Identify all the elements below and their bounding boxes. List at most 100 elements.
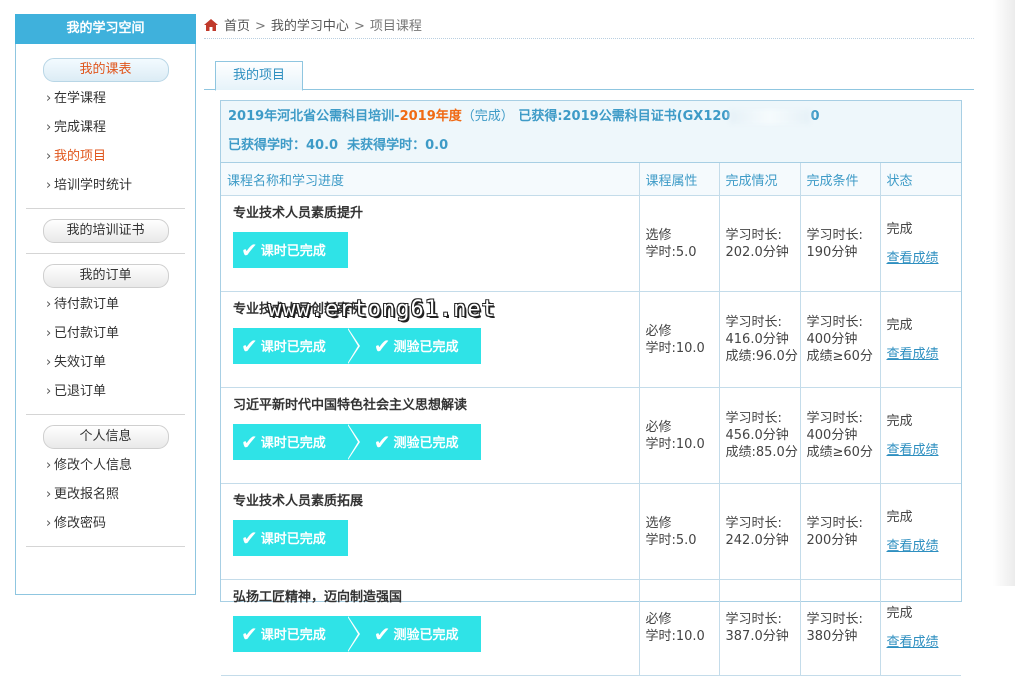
sidebar-title: 我的学习空间 xyxy=(15,14,196,44)
breadcrumb-current: 项目课程 xyxy=(369,19,422,34)
status-cell: 完成 查看成绩 xyxy=(880,291,961,388)
course-cell: 弘扬工匠精神，迈向制造强国 ✔ 课时已完成 ✔ 测验已完成 xyxy=(221,579,640,676)
condition-line: 200分钟 xyxy=(806,532,858,548)
earned-hours: 已获得学时：40.0 xyxy=(228,138,339,153)
course-name[interactable]: 弘扬工匠精神，迈向制造强国 xyxy=(233,588,638,608)
sidebar-item-pending-orders[interactable]: 待付款订单 xyxy=(26,290,185,319)
project-title-year: 2019年度 xyxy=(399,109,462,124)
completion-line: 成绩:85.0分 xyxy=(725,445,798,460)
status-cell: 完成 查看成绩 xyxy=(880,483,961,580)
sidebar-item-paid-orders[interactable]: 已付款订单 xyxy=(26,319,185,348)
badge-label: 课时已完成 xyxy=(260,532,326,547)
table-row: 专业技术人员素质提升 ✔ 课时已完成 选修 学时:5.0 学习时长: 202.0分钟 学习时长… xyxy=(221,195,961,292)
condition-line: 400分钟 xyxy=(806,332,858,347)
sidebar-pill-profile[interactable]: 个人信息 xyxy=(42,425,169,449)
status-text: 完成 xyxy=(886,509,913,525)
course-name[interactable]: 专业技术人员素质提升 xyxy=(233,204,638,224)
sidebar-item-my-projects[interactable]: 我的项目 xyxy=(26,142,185,171)
header-status: 状态 xyxy=(880,163,961,196)
course-name[interactable]: 专业技术人员素质拓展 xyxy=(233,492,638,512)
tab-my-projects[interactable]: 我的项目 xyxy=(215,61,303,91)
sidebar-group-orders: 我的订单 待付款订单 已付款订单 失效订单 已退订单 xyxy=(26,254,185,415)
sidebar-pill-orders[interactable]: 我的订单 xyxy=(42,264,169,288)
course-attr-cell: 必修 学时:10.0 xyxy=(639,291,720,388)
condition-line: 学习时长: xyxy=(806,315,863,330)
sidebar-item-change-photo[interactable]: 更改报名照 xyxy=(26,480,185,509)
course-attr-cell: 必修 学时:10.0 xyxy=(639,579,720,676)
sidebar-item-hours-stats[interactable]: 培训学时统计 xyxy=(26,171,185,200)
hours-complete-badge: ✔ 课时已完成 xyxy=(233,232,348,268)
completion-cell: 学习时长: 456.0分钟 成绩:85.0分 xyxy=(719,387,801,484)
project-hours: 已获得学时：40.0 未获得学时：0.0 xyxy=(228,133,961,159)
table-header-row: 课程名称和学习进度 课程属性 完成情况 完成条件 状态 xyxy=(221,163,961,196)
progress-badges: ✔ 课时已完成 xyxy=(233,232,638,268)
project-certificate: 已获得:2019公需科目证书(GX120 xyxy=(518,109,731,124)
completion-line: 学习时长: xyxy=(725,515,782,531)
course-credit: 学时:10.0 xyxy=(645,340,705,356)
condition-line: 学习时长: xyxy=(806,227,863,243)
sidebar-item-studying[interactable]: 在学课程 xyxy=(26,84,185,113)
check-icon: ✔ xyxy=(241,430,258,454)
header-condition: 完成条件 xyxy=(800,163,881,196)
tab-divider xyxy=(204,89,974,90)
course-table: 课程名称和学习进度 课程属性 完成情况 完成条件 状态 专业技术人员素质提升 ✔ 课… xyxy=(221,163,961,676)
completion-line: 416.0分钟 xyxy=(725,332,789,347)
breadcrumb-home[interactable]: 首页 xyxy=(224,19,250,34)
condition-cell: 学习时长: 190分钟 xyxy=(800,195,881,292)
quiz-complete-badge: ✔ 测验已完成 xyxy=(346,616,481,652)
progress-badges: ✔ 课时已完成 ✔ 测验已完成 xyxy=(233,616,638,652)
check-icon: ✔ xyxy=(241,238,258,262)
course-name[interactable]: 习近平新时代中国特色社会主义思想解读 xyxy=(233,396,638,416)
sidebar-item-change-password[interactable]: 修改密码 xyxy=(26,509,185,538)
course-cell: 专业技术人员素质提升 ✔ 课时已完成 xyxy=(221,195,640,292)
condition-line: 学习时长: xyxy=(806,611,863,627)
sidebar-item-edit-profile[interactable]: 修改个人信息 xyxy=(26,451,185,480)
check-icon: ✔ xyxy=(241,334,258,358)
sidebar-item-refunded-orders[interactable]: 已退订单 xyxy=(26,377,185,406)
unearned-hours: 未获得学时：0.0 xyxy=(347,138,449,153)
view-score-link[interactable]: 查看成绩 xyxy=(887,250,961,267)
view-score-link[interactable]: 查看成绩 xyxy=(887,538,961,555)
course-attr-cell: 选修 学时:5.0 xyxy=(639,483,720,580)
condition-line: 成绩≥60分 xyxy=(806,445,873,460)
completion-line: 387.0分钟 xyxy=(725,628,789,644)
header-course-attr: 课程属性 xyxy=(639,163,720,196)
view-score-link[interactable]: 查看成绩 xyxy=(887,634,961,651)
status-text: 完成 xyxy=(886,317,913,333)
condition-line: 400分钟 xyxy=(806,428,858,443)
status-text: 完成 xyxy=(886,413,913,429)
progress-badges: ✔ 课时已完成 xyxy=(233,520,638,556)
view-score-link[interactable]: 查看成绩 xyxy=(887,442,961,459)
sidebar-pill-certificates[interactable]: 我的培训证书 xyxy=(42,219,169,243)
condition-line: 380分钟 xyxy=(806,628,858,644)
completion-line: 456.0分钟 xyxy=(725,428,789,443)
course-type: 必修 xyxy=(645,611,672,627)
project-panel: 2019年河北省公需科目培训-2019年度（完成） 已获得:2019公需科目证书… xyxy=(220,100,962,676)
status-cell: 完成 查看成绩 xyxy=(880,579,961,676)
sidebar-group-profile: 个人信息 修改个人信息 更改报名照 修改密码 xyxy=(26,415,185,547)
table-row: 弘扬工匠精神，迈向制造强国 ✔ 课时已完成 ✔ 测验已完成 必修 学时:10.0 学习时长: 3… xyxy=(221,579,961,676)
sidebar: 我的学习空间 我的课表 在学课程 完成课程 我的项目 培训学时统计 我的培训证书… xyxy=(15,14,196,595)
completion-line: 成绩:96.0分 xyxy=(725,349,798,364)
completion-line: 202.0分钟 xyxy=(725,244,789,260)
sidebar-pill-schedule[interactable]: 我的课表 xyxy=(42,58,169,82)
sidebar-item-invalid-orders[interactable]: 失效订单 xyxy=(26,348,185,377)
progress-badges: ✔ 课时已完成 ✔ 测验已完成 xyxy=(233,424,638,460)
course-type: 选修 xyxy=(645,515,672,531)
completion-cell: 学习时长: 202.0分钟 xyxy=(719,195,801,292)
sidebar-item-completed[interactable]: 完成课程 xyxy=(26,113,185,142)
quiz-complete-badge: ✔ 测验已完成 xyxy=(346,424,481,460)
sidebar-group-schedule: 我的课表 在学课程 完成课程 我的项目 培训学时统计 xyxy=(26,44,185,209)
completion-cell: 学习时长: 242.0分钟 xyxy=(719,483,801,580)
check-icon: ✔ xyxy=(373,334,391,358)
course-cell: 习近平新时代中国特色社会主义思想解读 ✔ 课时已完成 ✔ 测验已完成 xyxy=(221,387,640,484)
home-icon[interactable] xyxy=(204,17,218,31)
course-attr-cell: 选修 学时:5.0 xyxy=(639,195,720,292)
breadcrumb-separator: > xyxy=(353,19,365,34)
project-header: 2019年河北省公需科目培训-2019年度（完成） 已获得:2019公需科目证书… xyxy=(221,101,961,163)
breadcrumb-learning-center[interactable]: 我的学习中心 xyxy=(271,19,349,34)
badge-label: 课时已完成 xyxy=(260,628,326,643)
view-score-link[interactable]: 查看成绩 xyxy=(887,346,961,363)
header-course-name: 课程名称和学习进度 xyxy=(221,163,640,196)
project-title: 2019年河北省公需科目培训-2019年度（完成） 已获得:2019公需科目证书… xyxy=(228,101,961,133)
